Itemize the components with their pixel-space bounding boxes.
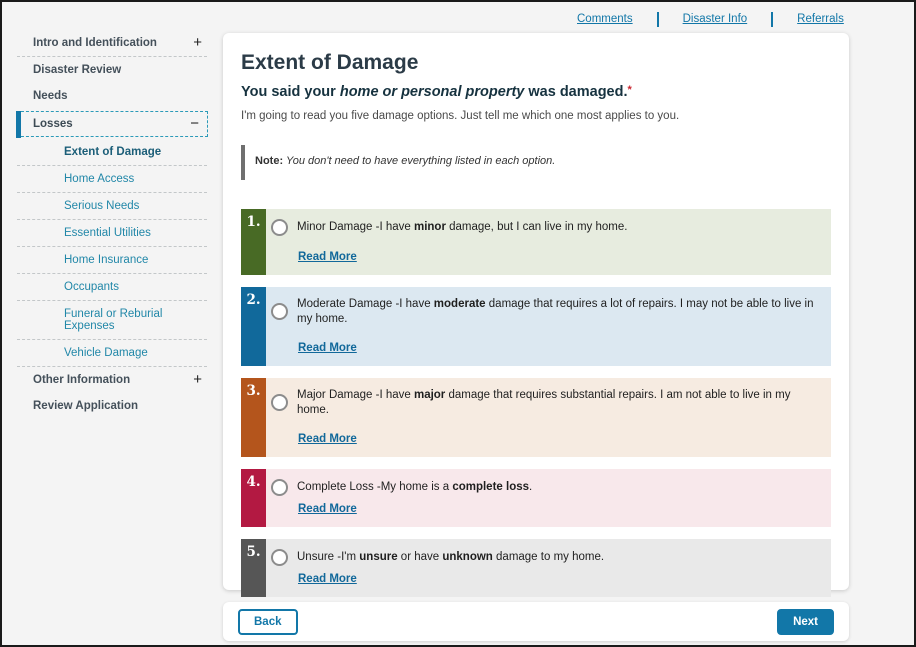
required-asterisk: * [628, 84, 632, 96]
damage-option-row-2: 2. Moderate Damage -I have moderate damag… [241, 287, 831, 366]
option-line: Major Damage -I have major damage that r… [271, 388, 819, 418]
sidebar-item-other-information[interactable]: Other Information + [16, 367, 208, 393]
option-line: Unsure -I'm unsure or have unknown damag… [271, 549, 819, 566]
next-button[interactable]: Next [777, 609, 834, 635]
note-label: Note: [255, 155, 283, 167]
option-body: Major Damage -I have major damage that r… [266, 378, 831, 457]
note-body: Note: You don't need to have everything … [245, 145, 555, 180]
sidebar-item-needs[interactable]: Needs [16, 83, 208, 109]
sidebar-item-label: Other Information [33, 374, 130, 386]
sidebar-item-home-access[interactable]: Home Access [16, 166, 208, 192]
option-text: Moderate Damage -I have moderate damage … [297, 297, 819, 327]
option-number-badge: 5. [241, 539, 266, 597]
subtitle-italic: home or personal property [340, 84, 525, 100]
header-divider [657, 12, 659, 27]
option-body: Moderate Damage -I have moderate damage … [266, 287, 831, 366]
sidebar-group-losses[interactable]: Losses − [16, 111, 208, 137]
sidebar-item-home-insurance[interactable]: Home Insurance [16, 247, 208, 273]
collapse-minus-icon[interactable]: − [190, 119, 199, 129]
option-line: Complete Loss -My home is a complete los… [271, 479, 819, 496]
radio-option-5[interactable] [271, 549, 288, 566]
option-line: Minor Damage -I have minor damage, but I… [271, 219, 819, 236]
option-body: Complete Loss -My home is a complete los… [266, 469, 831, 527]
read-more-link-5[interactable]: Read More [298, 573, 357, 585]
sidebar-item-review-application[interactable]: Review Application [16, 393, 208, 419]
option-body: Unsure -I'm unsure or have unknown damag… [266, 539, 831, 597]
sidebar-item-label: Review Application [33, 400, 138, 412]
sidebar-item-label: Intro and Identification [33, 37, 157, 49]
sidebar-item-occupants[interactable]: Occupants [16, 274, 208, 300]
option-number-badge: 1. [241, 209, 266, 275]
note-text: You don't need to have everything listed… [283, 155, 555, 167]
back-button[interactable]: Back [238, 609, 298, 635]
sidebar-item-label: Disaster Review [33, 64, 121, 76]
toplink-comments[interactable]: Comments [577, 13, 633, 25]
option-number-badge: 4. [241, 469, 266, 527]
radio-option-3[interactable] [271, 394, 288, 411]
option-text: Unsure -I'm unsure or have unknown damag… [297, 550, 604, 565]
option-text: Complete Loss -My home is a complete los… [297, 480, 532, 495]
intro-text: I'm going to read you five damage option… [241, 110, 831, 122]
read-more-link-3[interactable]: Read More [298, 433, 357, 445]
sidebar-item-extent-of-damage[interactable]: Extent of Damage [16, 139, 208, 165]
subtitle-after: was damaged. [524, 84, 627, 100]
damage-option-row-5: 5. Unsure -I'm unsure or have unknown dam… [241, 539, 831, 597]
option-text: Minor Damage -I have minor damage, but I… [297, 220, 627, 235]
header-links: Comments Disaster Info Referrals [577, 7, 844, 31]
sidebar-item-serious-needs[interactable]: Serious Needs [16, 193, 208, 219]
question-subtitle: You said your home or personal property … [241, 84, 831, 100]
page-title: Extent of Damage [241, 51, 831, 75]
damage-options-list: 1. Minor Damage -I have minor damage, but… [241, 209, 831, 597]
sidebar-item-label: Needs [33, 90, 68, 102]
radio-option-1[interactable] [271, 219, 288, 236]
damage-option-row-3: 3. Major Damage -I have major damage that… [241, 378, 831, 457]
sidebar-item-disaster-review[interactable]: Disaster Review [16, 57, 208, 83]
read-more-link-1[interactable]: Read More [298, 251, 357, 263]
read-more-link-2[interactable]: Read More [298, 342, 357, 354]
expand-plus-icon[interactable]: + [193, 375, 202, 385]
main-card: Extent of Damage You said your home or p… [223, 33, 849, 590]
sidebar-group-label: Losses [33, 118, 73, 130]
option-line: Moderate Damage -I have moderate damage … [271, 297, 819, 327]
option-number-badge: 3. [241, 378, 266, 457]
footer-bar: Back Next [223, 602, 849, 641]
sidebar-item-funeral-or-reburial-expenses[interactable]: Funeral or Reburial Expenses [16, 301, 208, 339]
sidebar-item-essential-utilities[interactable]: Essential Utilities [16, 220, 208, 246]
damage-option-row-1: 1. Minor Damage -I have minor damage, but… [241, 209, 831, 275]
option-number-badge: 2. [241, 287, 266, 366]
sidebar-item-vehicle-damage[interactable]: Vehicle Damage [16, 340, 208, 366]
radio-option-2[interactable] [271, 303, 288, 320]
sidebar-item-intro-and-identification[interactable]: Intro and Identification + [16, 30, 208, 56]
option-text: Major Damage -I have major damage that r… [297, 388, 819, 418]
header-divider [771, 12, 773, 27]
expand-plus-icon[interactable]: + [193, 38, 202, 48]
damage-option-row-4: 4. Complete Loss -My home is a complete l… [241, 469, 831, 527]
toplink-disaster-info[interactable]: Disaster Info [683, 13, 748, 25]
note-box: Note: You don't need to have everything … [241, 145, 831, 180]
subtitle-before: You said your [241, 84, 340, 100]
radio-option-4[interactable] [271, 479, 288, 496]
sidebar-nav: Intro and Identification + Disaster Review… [16, 30, 208, 419]
read-more-link-4[interactable]: Read More [298, 503, 357, 515]
active-group-bar [16, 111, 21, 138]
toplink-referrals[interactable]: Referrals [797, 13, 844, 25]
app-window: Comments Disaster Info Referrals Intro and… [0, 0, 916, 647]
option-body: Minor Damage -I have minor damage, but I… [266, 209, 831, 275]
